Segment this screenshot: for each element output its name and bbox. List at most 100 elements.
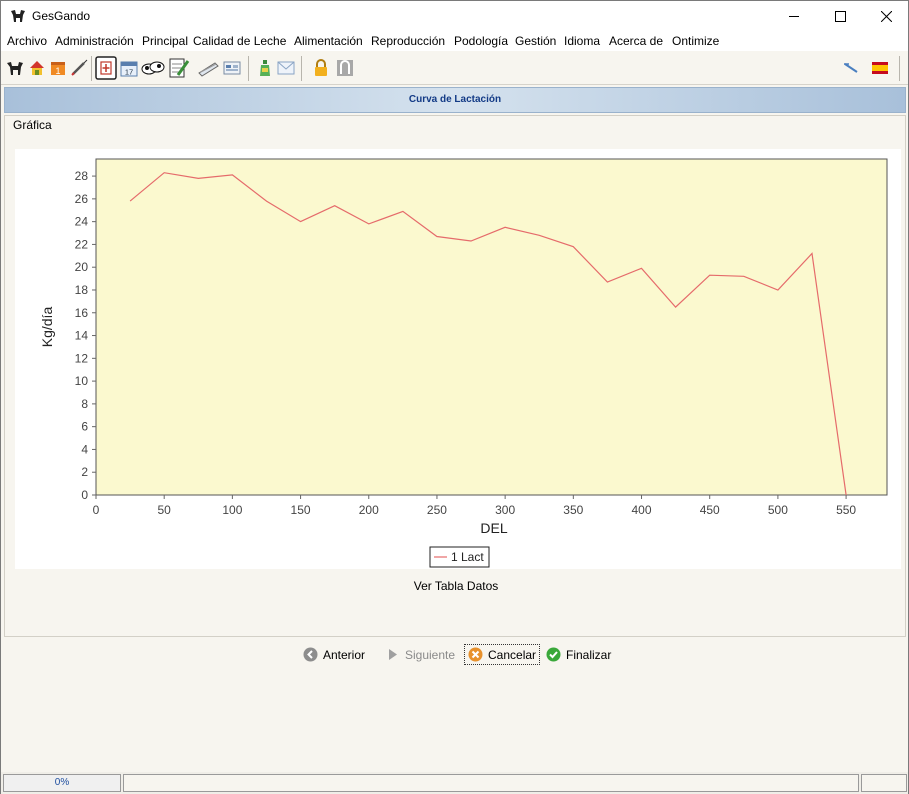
envelope-icon[interactable] bbox=[277, 59, 295, 77]
view-table-button[interactable]: Ver Tabla Datos bbox=[5, 579, 907, 593]
calendar-one-icon[interactable]: 1 bbox=[49, 59, 67, 77]
resize-icon[interactable] bbox=[842, 59, 860, 77]
toolbar-separator bbox=[899, 56, 900, 81]
toolbar-separator bbox=[91, 56, 92, 81]
menu-alimentacion[interactable]: Alimentación bbox=[294, 34, 363, 48]
menu-archivo[interactable]: Archivo bbox=[7, 34, 47, 48]
x-tick-label: 150 bbox=[291, 503, 311, 517]
check-icon bbox=[546, 647, 561, 662]
status-bar: 0% bbox=[1, 772, 908, 794]
menu-principal[interactable]: Principal bbox=[142, 34, 188, 48]
pen-write-icon[interactable] bbox=[197, 59, 221, 77]
bottle-icon[interactable] bbox=[256, 59, 274, 77]
previous-label: Anterior bbox=[323, 647, 366, 662]
menu-idioma[interactable]: Idioma bbox=[564, 34, 600, 48]
y-tick-label: 2 bbox=[81, 465, 88, 479]
toolbar-separator bbox=[301, 56, 302, 81]
y-tick-label: 8 bbox=[81, 397, 88, 411]
lock-icon[interactable] bbox=[312, 59, 330, 77]
y-tick-label: 4 bbox=[81, 442, 88, 456]
panel-title: Gráfica bbox=[13, 118, 52, 132]
next-label: Siguiente bbox=[405, 647, 456, 662]
close-button[interactable] bbox=[863, 1, 909, 31]
finish-button[interactable]: Finalizar bbox=[546, 644, 611, 665]
menu-podologia[interactable]: Podología bbox=[454, 34, 508, 48]
menu-ontimize[interactable]: Ontimize bbox=[672, 34, 719, 48]
cows-icon[interactable] bbox=[141, 59, 165, 77]
x-tick-label: 250 bbox=[427, 503, 447, 517]
calendar-17-icon[interactable]: 17 bbox=[120, 59, 138, 77]
menu-gestion[interactable]: Gestión bbox=[515, 34, 556, 48]
cow-icon[interactable] bbox=[6, 59, 24, 77]
lactation-chart: 02468101214161820222426280 50 100 150 200 250… bbox=[39, 158, 888, 568]
x-tick-label: 50 bbox=[158, 503, 172, 517]
minimize-icon bbox=[788, 15, 799, 17]
close-icon bbox=[880, 10, 892, 22]
section-header: Curva de Lactación bbox=[4, 87, 906, 113]
menu-administracion[interactable]: Administración bbox=[55, 34, 134, 48]
toolbar-separator bbox=[248, 56, 249, 81]
menu-calidad-de-leche[interactable]: Calidad de Leche bbox=[193, 34, 286, 48]
status-message-field bbox=[123, 774, 859, 792]
minimize-button[interactable] bbox=[771, 1, 817, 31]
x-tick-label: 450 bbox=[700, 503, 720, 517]
x-axis-label: DEL bbox=[480, 520, 507, 536]
menu-reproduccion[interactable]: Reproducción bbox=[371, 34, 445, 48]
y-tick-label: 14 bbox=[75, 329, 89, 343]
y-tick-label: 6 bbox=[81, 420, 88, 434]
chart-panel: Gráfica 0 2 4 6 8 10 12 14 16 18 20 22 24 26 28 0 50 100 1… bbox=[4, 115, 906, 637]
arrow-left-icon bbox=[303, 647, 318, 662]
menu-bar: Archivo Administración Principal Calidad… bbox=[1, 31, 908, 51]
y-tick-label: 0 bbox=[81, 488, 88, 502]
progress-bar: 0% bbox=[3, 774, 121, 792]
finish-label: Finalizar bbox=[566, 647, 612, 662]
maximize-icon bbox=[834, 10, 846, 22]
chart-area: 0 2 4 6 8 10 12 14 16 18 20 22 24 26 28 0 50 100 150 200 250… bbox=[15, 149, 901, 569]
form-icon[interactable] bbox=[223, 59, 241, 77]
wizard-navigation: Anterior Siguiente Cancelar Finalizar bbox=[1, 641, 909, 667]
progress-text: 0% bbox=[54, 777, 70, 788]
menu-acerca-de[interactable]: Acerca de bbox=[609, 34, 663, 48]
y-tick-label: 24 bbox=[75, 215, 89, 229]
arrow-right-icon bbox=[389, 649, 397, 660]
medical-icon[interactable] bbox=[95, 56, 117, 80]
y-tick-label: 12 bbox=[75, 351, 89, 365]
farm-icon[interactable] bbox=[28, 59, 46, 77]
y-tick-label: 26 bbox=[75, 192, 89, 206]
svg-text:17: 17 bbox=[125, 68, 133, 77]
legend-label: 1 Lact bbox=[451, 550, 484, 564]
y-axis-label: Kg/día bbox=[39, 307, 55, 348]
y-tick-label: 20 bbox=[75, 260, 89, 274]
x-tick-label: 300 bbox=[495, 503, 515, 517]
previous-button[interactable]: Anterior bbox=[303, 644, 365, 665]
x-tick-label: 200 bbox=[359, 503, 379, 517]
cancel-icon bbox=[468, 647, 483, 662]
x-tick-label: 350 bbox=[563, 503, 583, 517]
y-tick-label: 28 bbox=[75, 169, 89, 183]
cancel-button[interactable]: Cancelar bbox=[464, 644, 541, 665]
y-tick-label: 16 bbox=[75, 306, 89, 320]
x-tick-label: 550 bbox=[836, 503, 856, 517]
x-tick-label: 400 bbox=[632, 503, 652, 517]
cancel-label: Cancelar bbox=[488, 647, 537, 662]
y-tick-label: 18 bbox=[75, 283, 89, 297]
syringe-icon[interactable] bbox=[70, 59, 88, 77]
svg-text:1: 1 bbox=[55, 66, 60, 76]
maximize-button[interactable] bbox=[817, 1, 863, 31]
notepad-pencil-icon[interactable] bbox=[168, 57, 190, 79]
y-tick-label: 22 bbox=[75, 237, 89, 251]
status-extra-field bbox=[861, 774, 907, 792]
application-window: GesGando Archivo Administración Principa… bbox=[0, 0, 909, 794]
y-tick-label: 10 bbox=[75, 374, 89, 388]
next-button[interactable]: Siguiente bbox=[385, 644, 455, 665]
title-bar: GesGando bbox=[1, 1, 908, 31]
toolbar: 1 17 bbox=[1, 52, 908, 85]
gate-icon[interactable] bbox=[336, 59, 354, 77]
app-logo-icon bbox=[11, 10, 25, 22]
spain-flag-icon[interactable] bbox=[872, 62, 888, 74]
plot-area bbox=[95, 158, 888, 496]
window-title: GesGando bbox=[32, 9, 91, 23]
section-title: Curva de Lactación bbox=[408, 94, 502, 105]
x-tick-label: 100 bbox=[222, 503, 242, 517]
x-tick-label: 0 bbox=[93, 503, 100, 517]
